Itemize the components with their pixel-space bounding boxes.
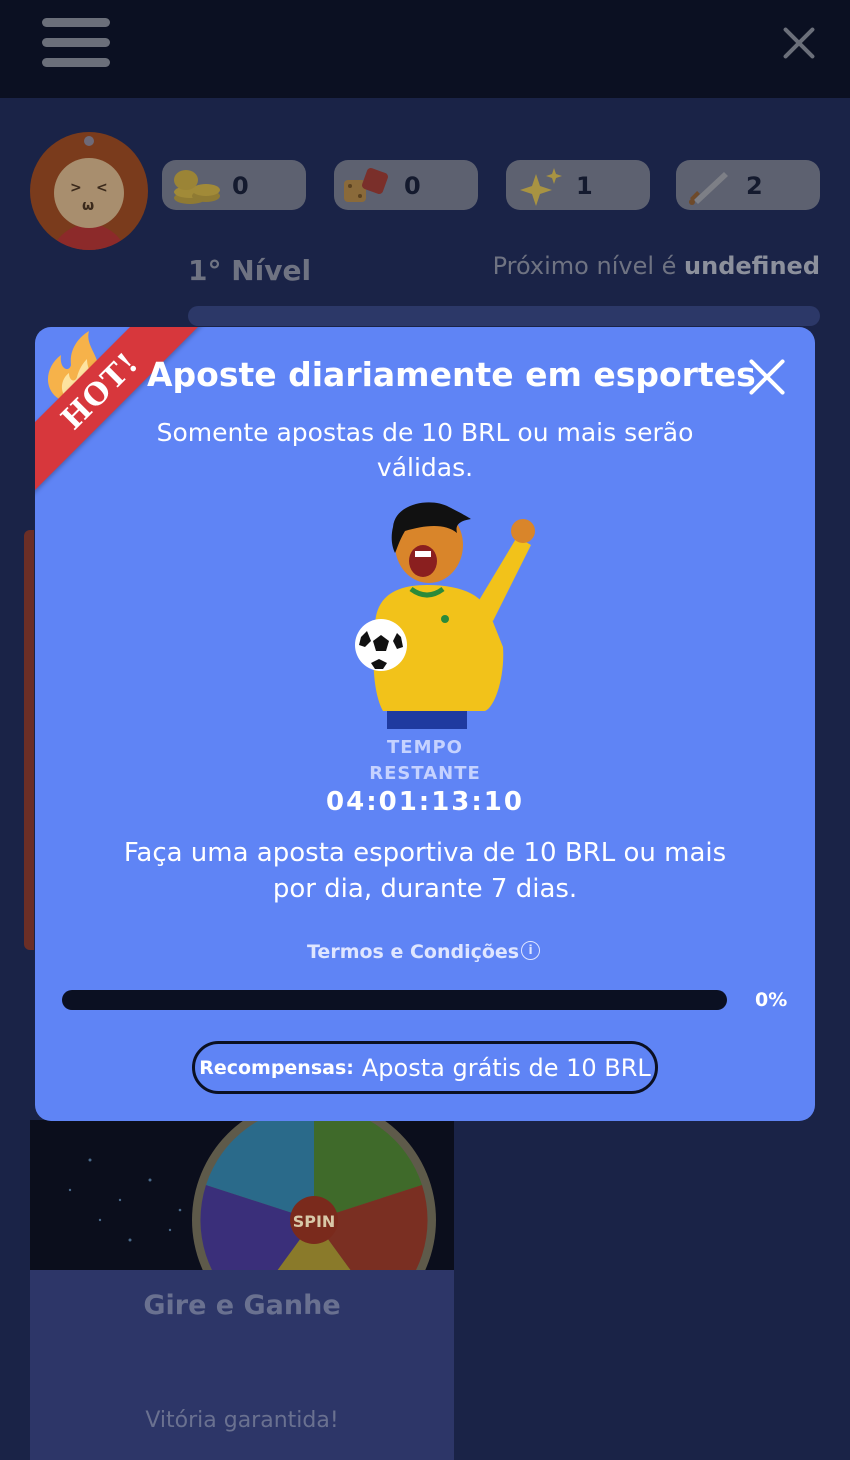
- modal-subtitle: Somente apostas de 10 BRL ou mais serão …: [156, 418, 694, 482]
- progress-percent: 0%: [755, 989, 788, 1011]
- soccer-player-illustration: [355, 502, 535, 729]
- close-icon[interactable]: [749, 359, 785, 395]
- progress-bar: [62, 990, 727, 1010]
- modal-title: Aposte diariamente em esportes: [147, 355, 756, 394]
- reward-label: Recompensas:: [199, 1056, 354, 1079]
- reward-value: Aposta grátis de 10 BRL: [361, 1053, 651, 1082]
- reward-badge: Recompensas: Aposta grátis de 10 BRL: [192, 1041, 658, 1094]
- challenge-description: Faça uma aposta esportiva de 10 BRL ou m…: [123, 838, 727, 904]
- countdown-timer: 04:01:13:10: [326, 787, 524, 817]
- time-remaining-label: TEMPO RESTANTE: [369, 737, 481, 784]
- info-icon[interactable]: i: [521, 941, 540, 960]
- daily-sports-bet-modal: HOT! Aposte diariamente em esportes Some…: [35, 327, 815, 1121]
- terms-link[interactable]: Termos e Condições: [307, 941, 519, 963]
